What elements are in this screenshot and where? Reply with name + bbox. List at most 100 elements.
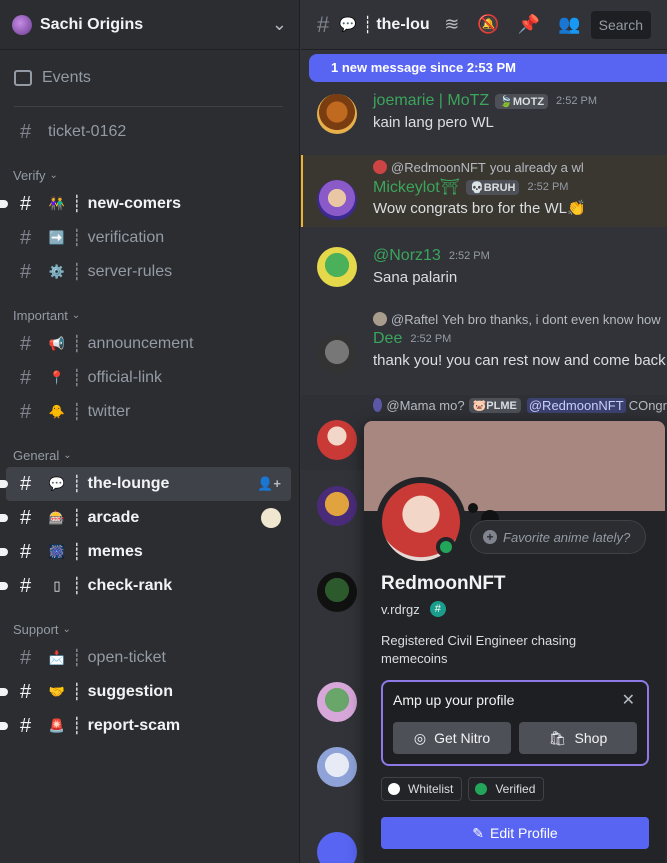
channel-suggestion[interactable]: # 🤝 ┊ suggestion [0,675,291,709]
shop-button[interactable]: 🛍 Shop [519,722,637,754]
author-name[interactable]: Mickeylot⛩ [373,177,460,197]
timestamp: 2:52 PM [410,333,452,345]
avatar[interactable] [317,747,357,787]
server-header[interactable]: Sachi Origins ⌄ [0,0,299,50]
reply-text[interactable]: you already a wl [490,160,584,175]
category-label: Support [13,621,59,637]
profile-bio: Registered Civil Engineer chasing memeco… [381,633,577,666]
get-nitro-button[interactable]: ◎ Get Nitro [393,722,511,754]
get-nitro-label: Get Nitro [434,730,491,746]
chevron-down-icon[interactable]: ⌄ [272,14,287,35]
author-name[interactable]: joemarie | MoTZ [373,92,489,110]
role-color-dot [388,783,400,795]
separator: ┊ [362,16,373,34]
channel-name: twitter [87,403,131,420]
avatar[interactable] [317,180,357,220]
channel-memes[interactable]: # 🎆 ┊ memes [0,535,291,569]
chevron-down-icon: ⌄ [62,623,71,635]
author-name[interactable]: @Norz13 [373,247,441,265]
avatar[interactable] [317,572,357,612]
channel-twitter[interactable]: # 🐥 ┊ twitter [6,395,291,429]
channel-the-lounge[interactable]: # 💬 ┊ the-lounge 👤+ [0,467,291,501]
online-status-icon [436,537,456,557]
channel-name: ticket-0162 [48,123,127,140]
unread-indicator [0,200,8,208]
guild-tag[interactable]: 🐷PLME [468,397,521,413]
timestamp: 2:52 PM [448,250,490,262]
close-icon[interactable]: ✕ [622,690,635,710]
edit-profile-button[interactable]: ✎ Edit Profile [381,817,649,849]
reply-author[interactable]: @Mama mo? [386,398,464,413]
channel-emoji: ⚙️ [48,264,66,279]
members-icon[interactable]: 👥 [558,14,580,35]
avatar[interactable] [317,420,357,460]
channel-emoji: ▯ [53,578,61,593]
timestamp: 2:52 PM [556,95,598,107]
author-name[interactable]: Dee [373,330,402,348]
channel-ticket[interactable]: # ticket-0162 [6,115,291,149]
hash-badge-icon[interactable]: # [429,601,446,617]
guild-tag[interactable]: 🍃MOTZ [495,93,549,109]
channel-server-rules[interactable]: # ⚙️ ┊ server-rules [6,255,291,289]
category-important[interactable]: Important ⌄ [0,303,299,327]
reply-author[interactable]: @Raftel [391,312,438,327]
custom-status-bubble[interactable]: + Favorite anime lately? [470,520,646,554]
edit-profile-label: Edit Profile [490,825,558,841]
channel-name: official-link [87,369,163,386]
reply-text[interactable]: Yeh bro thanks, i dont even know how [442,312,661,327]
message-text: Sana palarin [373,269,458,286]
separator: ┊ [72,404,82,421]
channel-emoji: 👫 [48,196,66,211]
avatar[interactable] [317,247,357,287]
chevron-down-icon: ⌄ [49,169,58,181]
unread-indicator [0,722,8,730]
threads-icon[interactable]: ≋ [444,14,459,35]
avatar[interactable] [317,94,357,134]
hash-icon: # [20,714,32,737]
channel-announcement[interactable]: # 📢 ┊ announcement [6,327,291,361]
channel-new-comers[interactable]: # 👫 ┊ new-comers [0,187,291,221]
events-item[interactable]: Events [0,58,299,98]
discord-avatar[interactable] [317,832,357,863]
channel-report-scam[interactable]: # 🚨 ┊ report-scam [0,709,291,743]
role-name: Whitelist [408,782,454,796]
channel-name: server-rules [87,263,173,280]
channel-verification[interactable]: # ➡️ ┊ verification [6,221,291,255]
channel-open-ticket[interactable]: # 📩 ┊ open-ticket [6,641,291,675]
avatar[interactable] [317,486,357,526]
hash-icon: # [20,192,32,215]
app-badge-icon[interactable] [261,508,281,528]
message: @RedmoonNFT you already a wl Mickeylot⛩ … [301,158,667,220]
pin-icon[interactable]: 📌 [518,14,540,35]
reply-author[interactable]: @RedmoonNFT [391,160,486,175]
separator: ┊ [72,684,82,701]
reply-avatar [373,398,383,412]
hash-icon: # [20,366,32,389]
category-verify[interactable]: Verify ⌄ [0,163,299,187]
mute-bell-icon[interactable]: 🔕 [477,14,499,35]
channel-name: announcement [87,335,194,352]
nitro-icon: ◎ [413,729,427,746]
message-text: thank you! you can rest now and come bac… [373,352,666,369]
separator: ┊ [72,196,82,213]
mention[interactable]: @RedmoonNFT [526,397,626,413]
new-messages-bar[interactable]: 1 new message since 2:53 PM [309,54,667,82]
role-verified[interactable]: Verified [468,777,545,801]
avatar[interactable] [317,682,357,722]
search-input[interactable]: Search [590,10,651,39]
role-whitelist[interactable]: Whitelist [381,777,463,801]
hash-icon: # [20,120,32,143]
channel-arcade[interactable]: # 🎰 ┊ arcade [0,501,291,535]
channel-official-link[interactable]: # 📍 ┊ official-link [6,361,291,395]
add-member-icon[interactable]: 👤+ [257,476,281,492]
nitro-prompt: Amp up your profile [393,692,515,708]
avatar[interactable] [317,334,357,374]
category-general[interactable]: General ⌄ [0,443,299,467]
message: @Mama mo? 🐷PLME @RedmoonNFT COngr [301,396,667,460]
reply-text[interactable]: COngr [629,398,667,413]
channel-check-rank[interactable]: # ▯ ┊ check-rank [0,569,291,603]
timestamp: 2:52 PM [527,181,569,193]
category-support[interactable]: Support ⌄ [0,617,299,641]
guild-tag[interactable]: 💀BRUH [466,179,520,195]
channel-header: # 💬 ┊ the-lounge ≋ 🔕 📌 👥 Search [301,0,667,50]
